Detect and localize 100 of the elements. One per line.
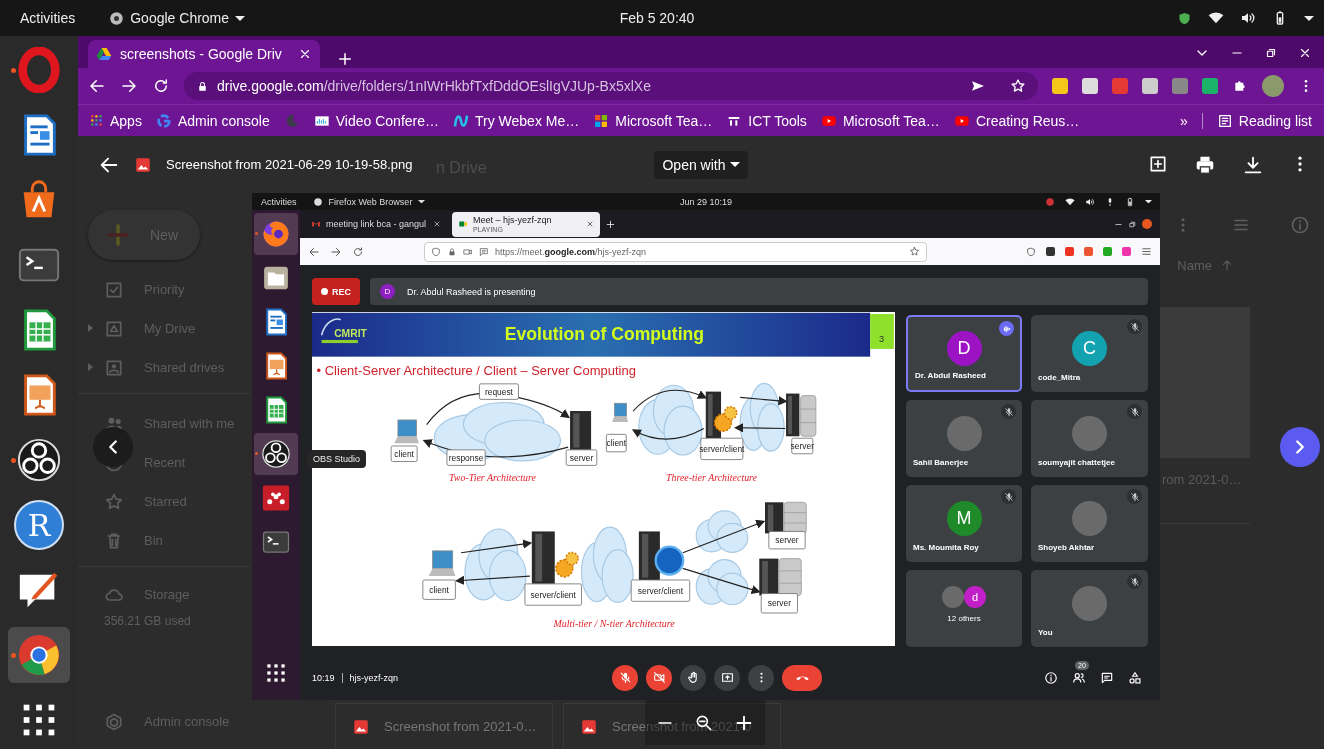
circle-logo-icon — [155, 112, 172, 129]
people-icon[interactable] — [1072, 670, 1086, 685]
open-with-button[interactable]: Open with — [654, 150, 748, 179]
bookmark[interactable]: Microsoft Tea… — [593, 112, 713, 129]
participant-name: Sahil Banerjee — [913, 458, 969, 467]
bookmark[interactable]: Video Confere… — [313, 112, 439, 129]
activities-button[interactable]: Activities — [20, 10, 76, 26]
present-button[interactable] — [714, 664, 740, 691]
battery-icon — [1125, 196, 1135, 207]
microphone-button[interactable] — [612, 664, 638, 691]
end-call-button[interactable] — [782, 664, 822, 691]
dock-item[interactable] — [254, 433, 298, 475]
triangle-logo-icon — [96, 46, 112, 62]
browser-icon — [312, 196, 323, 207]
network-dots-icon — [261, 483, 291, 513]
forward-icon[interactable] — [120, 77, 138, 95]
mail-icon — [311, 219, 321, 229]
bookmark[interactable]: Admin console — [155, 112, 270, 129]
menu-icon[interactable] — [1141, 246, 1152, 257]
browser-tab[interactable]: screenshots - Google Driv — [88, 40, 320, 68]
bookmark[interactable]: Creating Reus… — [953, 112, 1080, 129]
puzzle-icon[interactable] — [1232, 78, 1248, 94]
present-icon — [720, 671, 734, 684]
avatar-photo — [942, 586, 964, 608]
node-label: server — [790, 437, 814, 455]
chat-icon[interactable] — [1100, 670, 1114, 685]
bookmark[interactable]: Microsoft Tea… — [820, 112, 940, 129]
participant-tile[interactable]: C code_Mitra — [1031, 315, 1148, 392]
presenter-avatar: D — [380, 284, 395, 299]
raise-hand-button[interactable] — [680, 664, 706, 691]
ring-icon — [16, 47, 62, 93]
star-icon[interactable] — [1010, 78, 1026, 94]
mic-off-icon — [618, 671, 632, 684]
close-icon[interactable] — [298, 47, 312, 61]
back-icon[interactable] — [308, 245, 320, 258]
previous-button[interactable] — [93, 427, 133, 467]
participant-tile[interactable]: Shoyeb Akhtar — [1031, 485, 1148, 562]
bookmark[interactable]: ICT Tools — [726, 112, 807, 129]
caret-icon — [1145, 199, 1152, 204]
diagram-caption: Two-Tier Architecture — [449, 471, 536, 483]
slide-logo: CMRIT — [320, 318, 367, 344]
forward-icon[interactable] — [330, 245, 342, 258]
activities-button[interactable]: Activities — [261, 196, 297, 207]
initial-avatar: D — [946, 331, 982, 366]
new-tab-icon[interactable] — [336, 50, 354, 68]
slide-number: 3 — [870, 313, 894, 349]
restore-icon[interactable] — [1264, 46, 1278, 60]
new-tab-icon[interactable] — [605, 218, 616, 230]
next-button[interactable] — [1280, 427, 1320, 467]
participant-name: 12 others — [947, 614, 981, 623]
participant-tile[interactable]: M Ms. Moumita Roy — [906, 485, 1022, 562]
clock[interactable]: Jun 29 10:19 — [679, 196, 732, 207]
star-icon — [104, 491, 124, 512]
more-button[interactable] — [748, 664, 774, 691]
browser-tab[interactable]: meeting link bca - gangul — [305, 213, 447, 235]
image-file-icon — [580, 717, 598, 736]
clock[interactable]: Feb 5 20:40 — [619, 10, 695, 26]
camera-off-icon — [652, 671, 666, 684]
close-icon[interactable] — [1298, 46, 1312, 60]
reload-icon[interactable] — [352, 245, 364, 258]
participant-tile[interactable]: You — [1031, 570, 1148, 647]
participant-name: soumyajit chattetjee — [1038, 458, 1115, 467]
participant-tile[interactable]: soumyajit chattetjee — [1031, 400, 1148, 477]
dock-item[interactable]: R — [8, 497, 70, 553]
camera-button[interactable] — [646, 664, 672, 691]
initial-avatar: M — [946, 501, 982, 536]
participant-tile[interactable]: d 12 others — [906, 570, 1022, 647]
image-file-icon — [134, 155, 152, 174]
profile-avatar[interactable] — [1262, 75, 1284, 97]
restore-icon[interactable] — [1128, 219, 1137, 229]
reading-list-button[interactable]: Reading list — [1216, 112, 1312, 129]
star-icon[interactable] — [909, 246, 920, 257]
close-button[interactable] — [1142, 219, 1152, 229]
diagram-caption: Three-tier Architecture — [666, 471, 757, 483]
diagram-caption: Multi-tier / N-tier Architecture — [553, 617, 675, 629]
bookmark[interactable]: Try Webex Me… — [453, 112, 580, 129]
shapes-icon[interactable] — [1128, 670, 1142, 685]
back-icon[interactable] — [88, 77, 106, 95]
app-menu[interactable]: Google Chrome — [109, 10, 246, 26]
bookmark[interactable]: Apps — [90, 112, 142, 129]
admin-icon — [104, 711, 124, 732]
chat-icon — [479, 246, 489, 257]
extension-icon[interactable] — [1046, 247, 1055, 256]
bookmarks-overflow-button[interactable]: » — [1180, 112, 1188, 129]
dock-item[interactable] — [8, 627, 70, 683]
address-bar[interactable]: https://meet.google.com/hjs-yezf-zqn — [424, 241, 927, 262]
node-label: request — [479, 383, 519, 400]
tooltip: OBS Studio — [307, 450, 367, 468]
browser-icon — [261, 219, 291, 249]
wifi-icon — [1065, 196, 1075, 207]
reload-icon[interactable] — [152, 77, 170, 95]
address-bar[interactable]: drive.google.com/drive/folders/1nIWrHkbfTxfDddOEslIgVJUp-Bx5xlXe — [184, 72, 1038, 100]
meeting-code: hjs-yezf-zqn — [349, 672, 399, 683]
participant-tile[interactable]: Sahil Banerjee — [906, 400, 1022, 477]
app-grid-icon — [90, 113, 104, 128]
avatar-photo — [1072, 501, 1107, 536]
app-menu[interactable]: Firefox Web Browser — [312, 196, 426, 207]
participant-tile[interactable]: D Dr. Abdul Rasheed — [906, 315, 1022, 392]
shield-icon — [1045, 196, 1055, 207]
caret-icon — [729, 162, 740, 167]
